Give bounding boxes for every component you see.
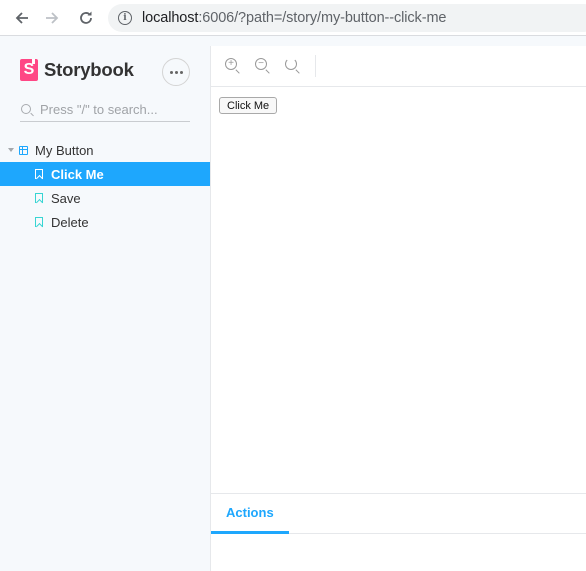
bookmark-icon [35,193,43,203]
zoom-in-button[interactable]: + [225,58,241,74]
address-bar[interactable]: i localhost:6006/?path=/story/my-button-… [108,4,586,32]
browser-toolbar: i localhost:6006/?path=/story/my-button-… [0,0,586,36]
arrow-right-icon [46,12,59,24]
ellipsis-icon [169,70,183,74]
tree-component-my-button[interactable]: My Button [0,138,210,162]
url-host: localhost [142,10,199,26]
reload-button[interactable] [76,8,96,28]
panel-tabs: Actions [211,494,586,534]
forward-button[interactable] [42,8,62,28]
reload-icon [80,11,92,24]
tree-story-click-me[interactable]: Click Me [0,162,210,186]
brand-name: Storybook [44,59,134,80]
bookmark-icon [35,169,43,179]
toolbar-divider [315,55,316,77]
tree-story-delete[interactable]: Delete [0,210,210,234]
preview-area: + − Click Me [210,46,586,493]
search-field [20,97,190,122]
component-icon [19,145,28,155]
brand[interactable]: S Storybook [20,59,134,81]
zoom-in-icon: + [225,58,237,70]
zoom-reset-button[interactable] [285,58,301,74]
click-me-button[interactable]: Click Me [219,97,278,114]
search-input[interactable] [40,101,185,117]
search-icon [21,104,31,114]
zoom-reset-icon [285,58,297,70]
sidebar: S Storybook My Button Click Me Save Dele… [0,37,210,571]
storybook-logo-icon: S [20,59,38,81]
tree-component-label: My Button [35,142,94,158]
back-button[interactable] [12,8,32,28]
caret-down-icon [8,148,14,152]
zoom-out-button[interactable]: − [255,58,271,74]
tab-actions[interactable]: Actions [211,494,289,534]
story-canvas: Click Me [211,87,586,492]
zoom-out-icon: − [255,58,267,70]
url-path: :6006/?path=/story/my-button--click-me [198,10,447,26]
story-tree: My Button Click Me Save Delete [0,138,210,234]
arrow-left-icon [15,12,28,24]
tree-story-label: Save [51,190,81,206]
tree-story-label: Delete [51,214,89,230]
addons-panel: Actions [210,493,586,571]
info-icon[interactable]: i [118,11,132,25]
url-text[interactable]: localhost:6006/?path=/story/my-button--c… [142,10,446,26]
tree-story-label: Click Me [51,166,104,182]
tree-story-save[interactable]: Save [0,186,210,210]
bookmark-icon [35,217,43,227]
sidebar-menu-button[interactable] [162,58,190,86]
preview-toolbar: + − [211,46,586,87]
